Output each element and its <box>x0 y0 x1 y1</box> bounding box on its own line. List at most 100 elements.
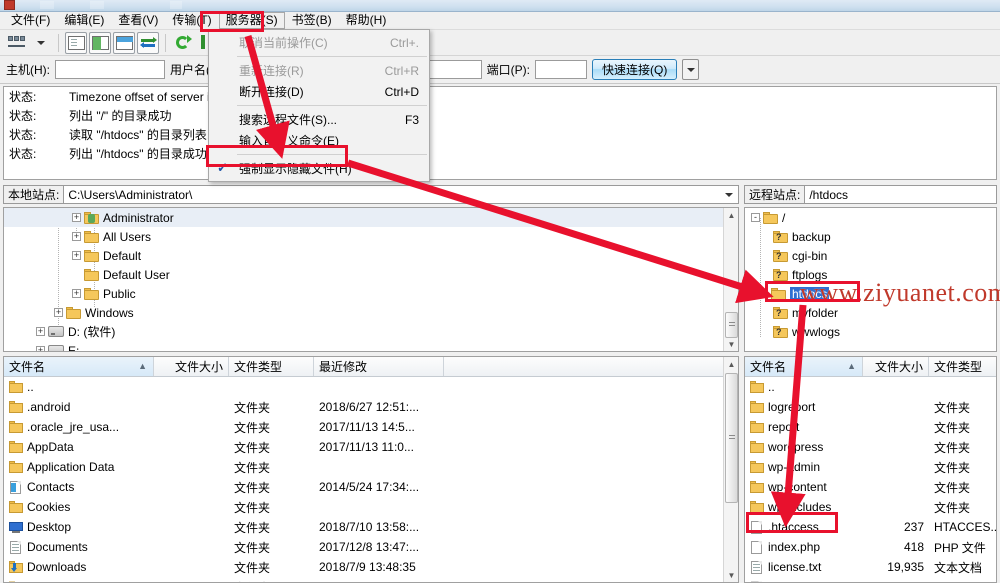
remote-directory-tree[interactable]: - / ? backup ? cgi-bin ? ftplogs + htdoc… <box>744 207 997 352</box>
expander-icon[interactable]: + <box>72 289 81 298</box>
refresh-icon[interactable] <box>172 32 194 54</box>
scroll-up-icon[interactable]: ▲ <box>724 357 739 371</box>
tree-node[interactable]: + All Users <box>4 227 738 246</box>
tree-node[interactable]: + Default <box>4 246 738 265</box>
local-tree-scrollbar[interactable]: ▲ ▼ <box>723 208 738 351</box>
menu-item-force-show-hidden-files[interactable]: ✓ 强制显示隐藏文件(H) <box>209 158 429 179</box>
expander-icon[interactable]: + <box>36 327 45 336</box>
tree-node[interactable]: + E: <box>4 341 738 352</box>
scroll-up-icon[interactable]: ▲ <box>724 208 739 222</box>
menu-item-disconnect[interactable]: 断开连接(D) Ctrl+D <box>209 81 429 102</box>
tree-node[interactable]: ? cgi-bin <box>745 246 996 265</box>
column-header-filetype[interactable]: 文件类型 <box>229 357 314 376</box>
toggle-message-log-icon[interactable] <box>65 32 87 54</box>
site-manager-dropdown-icon[interactable] <box>30 32 52 54</box>
expander-icon[interactable]: + <box>72 251 81 260</box>
table-row[interactable]: wordpress 文件夹 <box>745 437 996 457</box>
column-header-filename[interactable]: 文件名 ▲ <box>745 357 863 376</box>
log-text: Timezone offset of server is <box>69 90 216 104</box>
tree-node[interactable]: ? myfolder <box>745 303 996 322</box>
table-row[interactable]: .. <box>745 377 996 397</box>
expander-icon[interactable]: + <box>72 232 81 241</box>
scroll-thumb[interactable] <box>725 373 738 503</box>
tree-node[interactable]: + D: (软件) <box>4 322 738 341</box>
expander-icon[interactable]: + <box>759 289 768 298</box>
table-row[interactable]: Desktop 文件夹 2018/7/10 13:58:... <box>4 517 738 537</box>
local-directory-tree[interactable]: + Administrator + All Users + Default De… <box>3 207 739 352</box>
host-input[interactable] <box>55 60 165 79</box>
menu-help[interactable]: 帮助(H) <box>339 12 394 29</box>
app-icon <box>4 0 15 10</box>
table-row[interactable]: .oracle_jre_usa... 文件夹 2017/11/13 14:5..… <box>4 417 738 437</box>
table-row[interactable]: Cookies 文件夹 <box>4 497 738 517</box>
table-row[interactable]: wp-includes 文件夹 <box>745 497 996 517</box>
table-row[interactable]: license.txt 19,935 文本文档 <box>745 557 996 577</box>
menu-item-cancel-operation[interactable]: 取消当前操作(C) Ctrl+. <box>209 32 429 53</box>
table-row[interactable]: wp-content 文件夹 <box>745 477 996 497</box>
menu-item-custom-command[interactable]: 输入自定义命令(E) <box>209 130 429 151</box>
scroll-down-icon[interactable]: ▼ <box>724 337 739 351</box>
tree-node[interactable]: ? ftplogs <box>745 265 996 284</box>
tree-node[interactable]: + Public <box>4 284 738 303</box>
port-input[interactable] <box>535 60 587 79</box>
table-row-htaccess[interactable]: .htaccess 237 HTACCES... <box>745 517 996 537</box>
table-row[interactable]: Downloads 文件夹 2018/7/9 13:48:35 <box>4 557 738 577</box>
tree-node[interactable]: - / <box>745 208 996 227</box>
quickconnect-dropdown-icon[interactable] <box>682 59 699 80</box>
column-header-filesize[interactable]: 文件大小 <box>154 357 229 376</box>
table-row[interactable]: index.php 418 PHP 文件 <box>745 537 996 557</box>
menu-item-reconnect[interactable]: 重新连接(R) Ctrl+R <box>209 60 429 81</box>
table-row[interactable]: Documents 文件夹 2017/12/8 13:47:... <box>4 537 738 557</box>
table-row-partial[interactable]: 文件夹 <box>4 577 738 583</box>
chevron-down-icon[interactable] <box>725 193 733 197</box>
tree-node[interactable]: + Administrator <box>4 208 738 227</box>
expander-icon[interactable]: + <box>36 346 45 352</box>
toggle-transfer-queue-icon[interactable] <box>137 32 159 54</box>
local-list-scrollbar[interactable]: ▲ ▼ <box>723 357 738 582</box>
menu-server[interactable]: 服务器(S) <box>219 12 285 29</box>
tree-node-label: backup <box>792 230 831 244</box>
remote-path-field[interactable]: /htdocs <box>805 185 997 204</box>
toggle-local-tree-icon[interactable] <box>89 32 111 54</box>
column-header-filetype[interactable]: 文件类型 <box>929 357 996 376</box>
collapse-icon[interactable]: - <box>751 213 760 222</box>
table-row[interactable]: .android 文件夹 2018/6/27 12:51:... <box>4 397 738 417</box>
menu-item-accel: Ctrl+D <box>385 85 419 99</box>
local-path-field[interactable]: C:\Users\Administrator\ <box>64 185 739 204</box>
scroll-thumb[interactable] <box>725 312 738 338</box>
menu-bookmarks[interactable]: 书签(B) <box>285 12 339 29</box>
tree-node-htdocs[interactable]: + htdocs <box>745 284 996 303</box>
table-row[interactable]: wp-admin 文件夹 <box>745 457 996 477</box>
tree-node[interactable]: + Windows <box>4 303 738 322</box>
quickconnect-button[interactable]: 快速连接(Q) <box>592 59 677 80</box>
log-row: 状态: 读取 "/htdocs" 的目录列表... <box>4 125 996 144</box>
menu-edit[interactable]: 编辑(E) <box>57 12 111 29</box>
menu-file[interactable]: 文件(F) <box>4 12 57 29</box>
expander-icon[interactable]: + <box>54 308 63 317</box>
local-file-list[interactable]: 文件名 ▲ 文件大小 文件类型 最近修改 .. .android 文件夹 20 <box>3 356 739 583</box>
column-header-filename[interactable]: 文件名 ▲ <box>4 357 154 376</box>
tree-node[interactable]: ? backup <box>745 227 996 246</box>
expander-icon[interactable]: + <box>72 213 81 222</box>
remote-file-list[interactable]: 文件名 ▲ 文件大小 文件类型 .. logreport 文件夹 report … <box>744 356 997 583</box>
toggle-remote-tree-icon[interactable] <box>113 32 135 54</box>
column-header-modified[interactable]: 最近修改 <box>314 357 444 376</box>
table-row-partial[interactable] <box>745 577 996 583</box>
menu-item-search-remote-files[interactable]: 搜索远程文件(S)... F3 <box>209 109 429 130</box>
table-row[interactable]: .. <box>4 377 738 397</box>
tree-node[interactable]: ? wwwlogs <box>745 322 996 341</box>
table-row[interactable]: Contacts 文件夹 2014/5/24 17:34:... <box>4 477 738 497</box>
folder-icon <box>84 269 99 281</box>
column-header-filesize[interactable]: 文件大小 <box>863 357 929 376</box>
server-menu-popup[interactable]: 取消当前操作(C) Ctrl+. 重新连接(R) Ctrl+R 断开连接(D) … <box>208 29 430 182</box>
table-row[interactable]: report 文件夹 <box>745 417 996 437</box>
menu-view[interactable]: 查看(V) <box>111 12 165 29</box>
site-manager-icon[interactable] <box>6 32 28 54</box>
table-row[interactable]: AppData 文件夹 2017/11/13 11:0... <box>4 437 738 457</box>
menu-transfer[interactable]: 传输(T) <box>165 12 218 29</box>
table-row[interactable]: logreport 文件夹 <box>745 397 996 417</box>
table-row[interactable]: Application Data 文件夹 <box>4 457 738 477</box>
tree-node[interactable]: Default User <box>4 265 738 284</box>
scroll-down-icon[interactable]: ▼ <box>724 568 739 582</box>
folder-icon <box>750 501 764 513</box>
